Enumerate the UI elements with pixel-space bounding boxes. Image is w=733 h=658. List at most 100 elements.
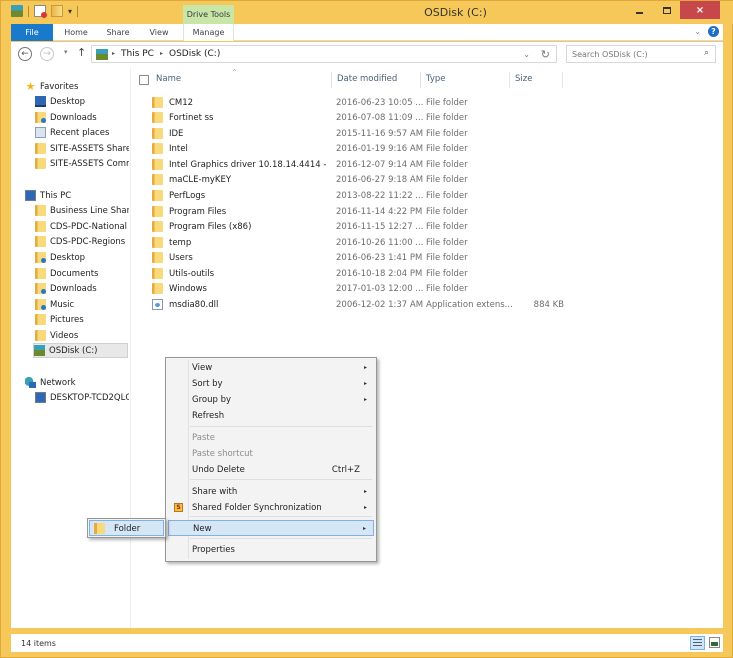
tab-manage[interactable]: Manage	[183, 24, 234, 41]
menu-item-share-with[interactable]: Share with ▸	[168, 484, 374, 500]
nav-documents[interactable]: Documents	[35, 266, 98, 281]
tab-file[interactable]: File	[11, 24, 53, 41]
menu-item-label: Sort by	[192, 379, 223, 389]
folder-icon	[152, 268, 163, 279]
downloads-icon	[35, 283, 46, 294]
nav-fav-siteassets-comm[interactable]: SITE-ASSETS Comm	[35, 156, 129, 171]
file-row[interactable]: CM12 2016-06-23 10:05 ... File folder	[152, 95, 572, 110]
column-divider[interactable]	[509, 72, 510, 88]
column-size[interactable]: Size	[515, 74, 532, 84]
tab-home[interactable]: Home	[57, 24, 95, 41]
nav-fav-siteassets-sharep[interactable]: SITE-ASSETS ShareP	[35, 141, 129, 156]
nav-business-line-shares[interactable]: Business Line Shares	[35, 203, 129, 218]
nav-fav-recent[interactable]: Recent places	[35, 125, 109, 140]
address-history-button[interactable]: ⌄	[523, 50, 530, 59]
details-view-button[interactable]	[690, 636, 705, 650]
submenu-arrow-icon: ▸	[363, 488, 367, 495]
title-bar[interactable]: ▾ Drive Tools OSDisk (C:) ×	[1, 1, 733, 25]
tab-view[interactable]: View	[141, 24, 177, 41]
refresh-button[interactable]: ↻	[541, 48, 550, 61]
file-row[interactable]: IDE 2015-11-16 9:57 AM File folder	[152, 126, 572, 141]
close-button[interactable]: ×	[680, 1, 720, 19]
menu-item-group-by[interactable]: Group by ▸	[168, 392, 374, 408]
menu-item-new[interactable]: New ▸	[168, 520, 374, 536]
nav-downloads[interactable]: Downloads	[35, 281, 97, 296]
file-row[interactable]: temp 2016-10-26 11:00 ... File folder	[152, 235, 572, 250]
up-button[interactable]: ↑	[77, 46, 86, 59]
nav-fav-downloads[interactable]: Downloads	[35, 110, 97, 125]
column-type[interactable]: Type	[426, 74, 446, 84]
submenu-arrow-icon: ▸	[362, 525, 366, 532]
file-date-modified: 2015-11-16 9:57 AM	[336, 128, 424, 139]
file-row[interactable]: Windows 2017-01-03 12:00 ... File folder	[152, 281, 572, 296]
file-row[interactable]: Intel Graphics driver 10.18.14.4414 - Su…	[152, 157, 572, 172]
file-row[interactable]: Program Files 2016-11-14 4:22 PM File fold…	[152, 204, 572, 219]
pictures-icon	[35, 314, 46, 325]
search-icon[interactable]: ⌕	[704, 48, 709, 58]
nav-this-pc[interactable]: This PC	[25, 188, 71, 203]
nav-favorites[interactable]: ★ Favorites	[25, 79, 79, 94]
file-row[interactable]: PerfLogs 2013-08-22 11:22 ... File folder	[152, 188, 572, 203]
column-divider[interactable]	[331, 72, 332, 88]
nav-osdisk[interactable]: OSDisk (C:)	[33, 343, 128, 358]
nav-cds-pdc-regions[interactable]: CDS-PDC-Regions	[35, 234, 125, 249]
search-box[interactable]: ⌕	[566, 45, 716, 63]
file-row[interactable]: Users 2016-06-23 1:41 PM File folder	[152, 250, 572, 265]
file-row[interactable]: Fortinet ss 2016-07-08 11:09 ... File fold…	[152, 110, 572, 125]
help-button[interactable]: ?	[708, 26, 719, 37]
file-type: Application extens...	[426, 299, 513, 310]
back-button[interactable]: ←	[18, 47, 32, 61]
nav-pictures[interactable]: Pictures	[35, 312, 84, 327]
column-divider[interactable]	[562, 72, 563, 88]
column-name[interactable]: Name	[156, 74, 181, 84]
file-row[interactable]: msdia80.dll 2006-12-02 1:37 AM Application…	[152, 297, 572, 312]
minimize-button[interactable]	[626, 1, 653, 19]
menu-item-new-folder[interactable]: Folder	[89, 520, 164, 536]
expand-ribbon-button[interactable]: ⌄	[694, 27, 701, 36]
file-name: temp	[169, 237, 192, 248]
recent-locations-button[interactable]: ▾	[64, 48, 68, 56]
tab-share[interactable]: Share	[99, 24, 137, 41]
nav-music[interactable]: Music	[35, 297, 74, 312]
menu-item-refresh[interactable]: Refresh	[168, 408, 374, 424]
file-type: File folder	[426, 268, 468, 279]
nav-cds-pdc-national[interactable]: CDS-PDC-National	[35, 219, 127, 234]
breadcrumb-this-pc[interactable]: This PC	[121, 49, 154, 59]
menu-item-undo-delete[interactable]: Undo Delete Ctrl+Z	[168, 462, 374, 478]
nav-videos[interactable]: Videos	[35, 328, 78, 343]
file-row[interactable]: maCLÉ-myKEY 2016-06-27 9:18 AM File folder	[152, 172, 572, 187]
breadcrumb-separator[interactable]: ▸	[160, 50, 163, 57]
drive-icon	[96, 49, 108, 60]
menu-item-sort-by[interactable]: Sort by ▸	[168, 376, 374, 392]
breadcrumb-separator[interactable]: ▸	[112, 50, 115, 57]
nav-fav-desktop[interactable]: Desktop	[35, 94, 85, 109]
file-name: Utils-outils	[169, 268, 215, 279]
menu-item-label: Undo Delete	[192, 465, 245, 475]
menu-item-properties[interactable]: Properties	[168, 542, 374, 558]
menu-item-label: Share with	[192, 487, 238, 497]
nav-desktop[interactable]: Desktop	[35, 250, 85, 265]
file-row[interactable]: Program Files (x86) 2016-11-15 12:27 ... F…	[152, 219, 572, 234]
file-row[interactable]: Utils-outils 2016-10-18 2:04 PM File folde…	[152, 266, 572, 281]
forward-button[interactable]: →	[40, 47, 54, 61]
menu-item-label: New	[193, 524, 212, 534]
file-type: File folder	[426, 97, 468, 108]
column-divider[interactable]	[420, 72, 421, 88]
menu-item-label: Paste	[192, 433, 215, 443]
window-title: OSDisk (C:)	[424, 6, 487, 19]
select-all-checkbox[interactable]	[139, 75, 149, 85]
menu-item-shared-folder-synchronization[interactable]: S Shared Folder Synchronization ▸	[168, 500, 374, 516]
nav-desktop-tcd2qlc[interactable]: DESKTOP-TCD2QLC	[35, 390, 129, 405]
nav-network[interactable]: Network	[25, 375, 76, 390]
file-date-modified: 2016-10-26 11:00 ...	[336, 237, 424, 248]
file-date-modified: 2016-06-23 10:05 ...	[336, 97, 424, 108]
maximize-button[interactable]	[653, 1, 680, 19]
file-name: msdia80.dll	[169, 299, 219, 310]
breadcrumb-osdisk[interactable]: OSDisk (C:)	[169, 49, 220, 59]
search-input[interactable]	[567, 46, 692, 62]
column-date-modified[interactable]: Date modified	[337, 74, 397, 84]
address-bar[interactable]: ▸ This PC ▸ OSDisk (C:) ⌄ ↻	[91, 45, 557, 63]
menu-item-view[interactable]: View ▸	[168, 360, 374, 376]
file-row[interactable]: Intel 2016-01-19 9:16 AM File folder	[152, 141, 572, 156]
large-icons-view-button[interactable]	[709, 637, 720, 648]
